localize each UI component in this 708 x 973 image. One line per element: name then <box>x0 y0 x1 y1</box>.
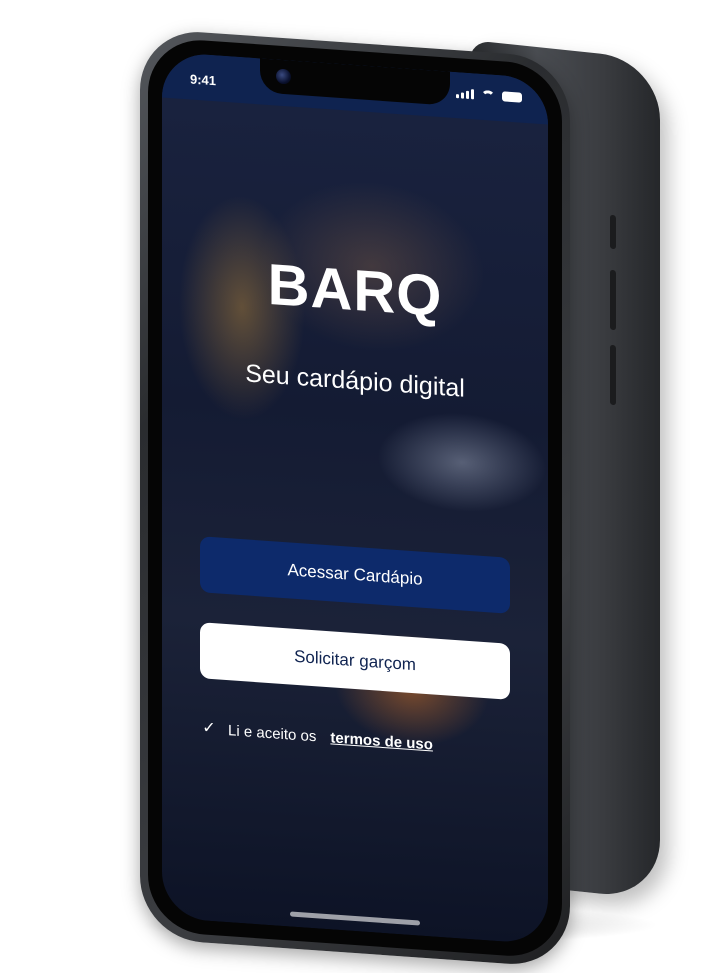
call-waiter-button-label: Solicitar garçom <box>294 646 416 675</box>
access-menu-button-label: Acessar Cardápio <box>287 560 423 589</box>
signal-icon <box>456 88 474 100</box>
home-indicator <box>290 911 420 926</box>
app-screen: 9:41 BARQ Seu cardápio digital Acessar C… <box>162 51 548 945</box>
terms-text: Li e aceito os <box>228 721 317 745</box>
app-title: BARQ <box>267 251 443 330</box>
check-icon[interactable]: ✓ <box>200 719 218 738</box>
side-button <box>610 269 616 331</box>
phone-frame: 9:41 BARQ Seu cardápio digital Acessar C… <box>140 28 570 969</box>
camera-icon <box>276 68 291 85</box>
phone-bezel: 9:41 BARQ Seu cardápio digital Acessar C… <box>148 36 562 960</box>
side-button <box>610 214 616 250</box>
call-waiter-button[interactable]: Solicitar garçom <box>200 622 510 700</box>
status-time: 9:41 <box>190 71 217 89</box>
status-icons <box>456 88 522 103</box>
wifi-icon <box>481 89 495 101</box>
app-subtitle: Seu cardápio digital <box>245 359 465 403</box>
battery-icon <box>502 91 522 103</box>
terms-of-use-link[interactable]: termos de uso <box>330 729 433 753</box>
terms-row: ✓ Li e aceito os termos de uso <box>200 719 433 753</box>
access-menu-button[interactable]: Acessar Cardápio <box>200 536 510 614</box>
side-button <box>610 344 616 406</box>
